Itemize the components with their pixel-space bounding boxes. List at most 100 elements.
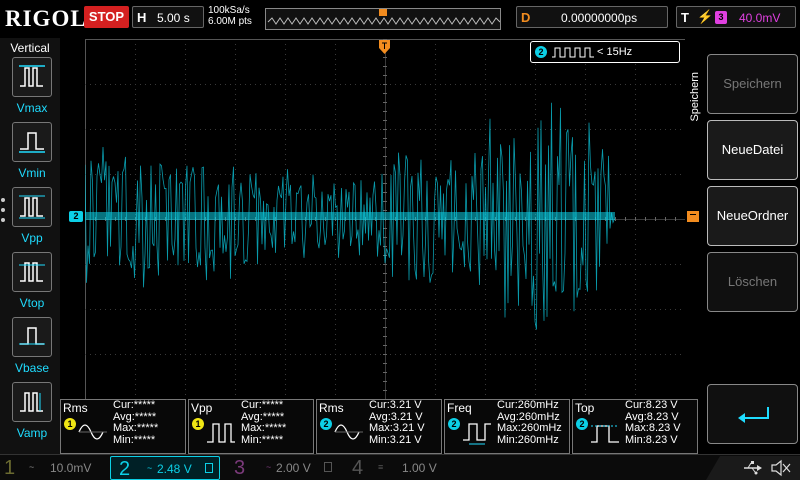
sidebar-item-label: Vtop [19,296,45,310]
sidebar-item-vtop[interactable]: Vtop [10,252,54,310]
channel-1-status[interactable]: 1 ~ 10.0mV [0,456,108,480]
coupling-icon: ~ [147,463,153,473]
memory-position-bar[interactable] [265,8,501,30]
measurement-min: Min:8.23 V [625,433,678,446]
vbase-icon [12,317,52,357]
channel-2-status[interactable]: 2 ~ 2.48 V [110,456,220,480]
save-button[interactable]: Speichern [707,54,798,114]
coupling-icon: ≡ [378,462,384,472]
channel-number: 3 [234,457,246,479]
period-wave-icon [463,423,491,445]
measurement-name: Freq [447,401,472,415]
vpp-icon [12,187,52,227]
measurement-values: Cur:***** Avg:***** Max:***** Min:***** [113,399,158,446]
measurement-values: Cur:8.23 V Avg:8.23 V Max:8.23 V Min:8.2… [625,399,681,446]
sidebar-item-label: Vmax [16,101,48,115]
channel-number: 2 [119,458,131,480]
sample-rate: 100kSa/s [208,5,250,16]
sine-wave-icon [78,424,107,440]
delete-button[interactable]: Löschen [707,252,798,312]
vtop-icon [12,252,52,292]
trigger-letter: T [681,10,689,25]
sidebar-item-vbase[interactable]: Vbase [10,317,54,375]
delay-letter: D [521,10,531,25]
sidebar-item-vmax[interactable]: Vmax [10,57,54,115]
channel-scale: 1.00 V [402,461,437,475]
channel-4-status[interactable]: 4 ≡ 1.00 V [348,456,458,480]
channel-scale: 2.48 V [157,462,192,476]
measurement-cur: Cur:***** [113,399,156,411]
measurement-values: Cur:3.21 V Avg:3.21 V Max:3.21 V Min:3.2… [369,399,425,446]
measurement-max: Max:8.23 V [625,422,681,434]
measurement-rms-ch1[interactable]: Rms 1 Cur:***** Avg:***** Max:***** Min:… [60,399,186,454]
measurement-cur: Cur:260mHz [497,399,559,411]
bandwidth-limit-icon [205,463,213,473]
brand-logo: RIGOL [5,6,87,31]
trigger-display[interactable]: T ⚡ 3 40.0mV [676,6,796,28]
save-softkey-menu: Speichern Speichern NeueDatei NeueOrdner… [689,38,800,454]
channel-scale: 10.0mV [50,461,92,475]
sidebar-item-vmin[interactable]: Vmin [10,122,54,180]
bandwidth-limit-icon [324,462,332,472]
channel-status-bar: 1 ~ 10.0mV 2 ~ 2.48 V 3 ~ 2.00 V 4 ≡ 1.0… [0,454,800,480]
trigger-position-marker[interactable] [379,9,387,16]
delay-value: 0.00000000ps [561,11,638,25]
measurement-top-ch2[interactable]: Top 2 Cur:8.23 V Avg:8.23 V Max:8.23 V M… [572,399,698,454]
counter-channel-badge: 2 [535,46,547,58]
trigger-level-marker[interactable] [687,211,699,222]
measurement-values: Cur:***** Avg:***** Max:***** Min:***** [241,399,287,446]
sidebar-item-vamp[interactable]: Vamp [10,382,54,440]
channel-scale: 2.00 V [276,461,311,475]
timebase-letter: H [137,10,147,25]
sidebar-item-vpp[interactable]: Vpp [10,187,54,245]
acquisition-info: 100kSa/s 6.00M pts [208,5,252,27]
counter-value: < 15Hz [597,46,633,58]
timebase-display[interactable]: H 5.00 s [132,6,204,28]
measurement-min: Min:***** [113,433,156,446]
return-arrow-icon [738,407,769,423]
return-button[interactable] [707,384,798,444]
measurement-strip: Rms 1 Cur:***** Avg:***** Max:***** Min:… [60,399,704,454]
button-label: NeueDatei [721,142,784,157]
trigger-edge-icon: ⚡ [697,9,714,24]
vertical-measure-sidebar: Vertical Vmax Vmin Vpp Vtop Vbase Vamp [0,38,60,454]
measurement-freq-ch2[interactable]: Freq 2 Cur:260mHz Avg:260mHz Max:260mHz … [444,399,570,454]
button-label: Löschen [727,274,778,289]
waveform-grid[interactable] [85,39,685,399]
measurement-min: Min:3.21 V [369,433,422,446]
channel-number: 1 [4,457,16,479]
top-status-bar: RIGOL STOP H 5.00 s 100kSa/s 6.00M pts D… [0,0,800,38]
page-indicator [1,198,5,228]
vmin-icon [12,122,52,162]
delay-display[interactable]: D 0.00000000ps [516,6,668,28]
top-level-icon [591,425,619,443]
measurement-vpp-ch1[interactable]: Vpp 1 Cur:***** Avg:***** Max:***** Min:… [188,399,314,454]
sidebar-item-label: Vmin [18,166,46,180]
button-label: Speichern [723,76,782,91]
trigger-position-arrow[interactable] [379,40,390,54]
measurement-name: Rms [319,401,344,415]
sidebar-title: Vertical [10,41,50,55]
channel-badge: 1 [192,418,204,430]
button-label: NeueOrdner [716,208,789,223]
channel-number: 4 [352,457,364,479]
measurement-name: Vpp [191,401,213,415]
new-folder-button[interactable]: NeueOrdner [707,186,798,246]
ch2-offset-marker[interactable]: 2 [69,211,83,222]
vmax-icon [12,57,52,97]
channel-badge: 2 [320,418,332,430]
measurement-name: Top [575,401,595,415]
run-stop-indicator[interactable]: STOP [84,6,129,28]
memory-depth: 6.00M pts [208,16,252,27]
sidebar-item-label: Vbase [14,361,50,375]
vamp-icon [12,382,52,422]
measurement-cur: Cur:3.21 V [369,399,422,411]
timebase-value: 5.00 s [157,11,190,25]
measurement-rms-ch2[interactable]: Rms 2 Cur:3.21 V Avg:3.21 V Max:3.21 V M… [316,399,442,454]
channel-3-status[interactable]: 3 ~ 2.00 V [230,456,340,480]
new-file-button[interactable]: NeueDatei [707,120,798,180]
ch2-trace-core [85,212,615,220]
sidebar-item-label: Vamp [16,426,48,440]
pulse-wave-icon [207,423,235,443]
measurement-max: Max:***** [241,422,287,434]
